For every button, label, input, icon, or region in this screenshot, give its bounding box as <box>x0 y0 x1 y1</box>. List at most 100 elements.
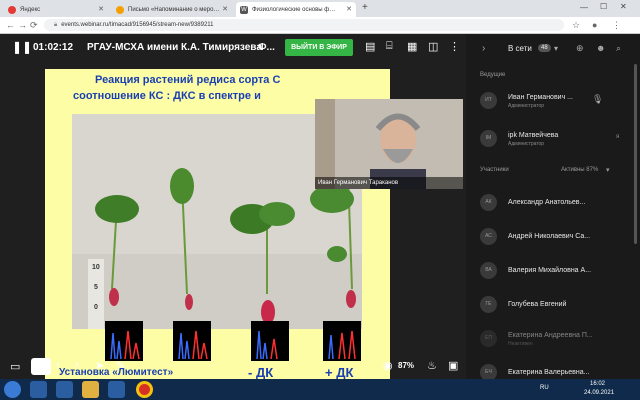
close-icon[interactable]: ✕ <box>98 5 104 13</box>
participant-name: Екатерина Валерьевна... <box>508 369 590 376</box>
close-icon[interactable]: ✕ <box>346 5 352 13</box>
host-row[interactable]: ИТ Иван Германович ... Администратор 🎙︎ <box>466 88 636 115</box>
page-title-suffix: Ф... <box>258 42 275 53</box>
webinar-icon: W <box>240 5 248 14</box>
viewer-percent: 87% <box>398 361 415 370</box>
windows-taskbar: RU 16:02 24.09.2021 <box>0 379 640 400</box>
avatar: АС <box>480 228 497 245</box>
tab-label: Физиологические основы ф… <box>252 6 336 13</box>
taskbar-app-icon[interactable] <box>30 381 47 398</box>
yandex-icon <box>8 5 16 14</box>
maximize-button[interactable]: ☐ <box>600 2 607 11</box>
mail-icon <box>116 5 124 14</box>
pointer-icon[interactable]: ➤ <box>95 359 104 372</box>
microphone-icon[interactable]: 🎙︎ <box>592 94 603 105</box>
host-row[interactable]: IM ipk Матвейчева Администратор я <box>466 126 636 153</box>
tab-label: Письмо «Напоминание о меро… <box>128 6 220 13</box>
browser-tab-mail[interactable]: Письмо «Напоминание о меро… ✕ <box>112 2 232 17</box>
presenter-image <box>315 99 463 189</box>
chrome-icon[interactable] <box>136 381 153 398</box>
presenter-label: Иван Германович Тараканов <box>315 177 463 189</box>
participant-row[interactable]: АК Александр Анатольев... <box>466 190 636 217</box>
fullscreen-icon[interactable]: ▣ <box>448 359 458 372</box>
collapse-sidebar-icon[interactable]: › <box>482 43 485 54</box>
avatar: ГЕ <box>480 296 497 313</box>
browser-tab-webinar[interactable]: W Физиологические основы ф… ✕ <box>236 2 356 17</box>
profile-icon[interactable]: ● <box>592 20 597 30</box>
bottom-toolbar: ▭ ‹ › ➤ ✎ ◉ 87% ♨ ▣ <box>0 354 466 379</box>
language-indicator[interactable]: RU <box>540 385 549 391</box>
next-slide-icon[interactable]: › <box>75 359 79 371</box>
chevron-down-icon[interactable]: ▾ <box>554 44 558 53</box>
poll-icon[interactable]: ▦ <box>407 40 417 53</box>
qa-icon[interactable]: ⌸ <box>386 40 393 53</box>
slides-toggle-button[interactable] <box>31 358 51 375</box>
layout-icon[interactable]: ◫ <box>428 40 438 53</box>
browser-tab-yandex[interactable]: Яндекс ✕ <box>4 2 108 17</box>
groups-icon[interactable]: ☻ <box>596 43 605 53</box>
self-indicator-icon: я <box>616 134 620 140</box>
hosts-header: Ведущие <box>480 72 506 78</box>
lock-icon: 🔒︎ <box>54 22 58 28</box>
prev-slide-icon[interactable]: ‹ <box>56 359 60 371</box>
participants-header: Участники <box>480 167 509 173</box>
top-bar: ❚❚ 01:02:12 РГАУ-МСХА имени К.А. Тимиряз… <box>0 34 466 61</box>
folder-icon[interactable] <box>82 381 99 398</box>
avatar: АК <box>480 194 497 211</box>
active-percent: Активны 87% <box>561 167 599 173</box>
chat-icon[interactable]: ▤ <box>365 40 375 53</box>
url-text: events.webinar.ru/timacad/9156945/stream… <box>61 22 214 28</box>
pause-icon[interactable]: ❚❚ <box>12 40 32 54</box>
participant-name: Андрей Николаевич Са... <box>508 233 591 240</box>
minimize-button[interactable]: — <box>580 3 588 12</box>
ruler-label-5: 5 <box>94 284 98 291</box>
participant-status: Неактивен <box>508 341 533 347</box>
close-window-button[interactable]: ✕ <box>620 2 627 11</box>
go-live-button[interactable]: ВЫЙТИ В ЭФИР <box>285 39 353 56</box>
eye-icon: ◉ <box>383 360 393 372</box>
clock-date: 24.09.2021 <box>584 390 615 396</box>
forward-icon[interactable]: → <box>18 20 27 30</box>
participant-name: Иван Германович ... <box>508 94 574 101</box>
chevron-down-icon[interactable]: ▾ <box>606 166 610 174</box>
start-button[interactable] <box>4 381 21 398</box>
online-count-badge: 48 <box>538 44 551 52</box>
ruler-label-10: 10 <box>92 264 100 271</box>
close-icon[interactable]: ✕ <box>222 5 228 13</box>
fire-icon[interactable]: ♨ <box>427 359 437 372</box>
reload-icon[interactable]: ⟳ <box>30 20 38 31</box>
participant-row-inactive[interactable]: ЕП Екатерина Андреевна П... Неактивен <box>466 326 636 353</box>
add-participant-icon[interactable]: ⊕ <box>576 43 584 54</box>
participant-row[interactable]: ГЕ Голубева Евгений <box>466 292 636 319</box>
presenter-video[interactable]: Иван Германович Тараканов <box>315 99 463 189</box>
participant-row[interactable]: ВА Валерия Михайловна А... <box>466 258 636 285</box>
avatar: ЕП <box>480 330 497 347</box>
timer: 01:02:12 <box>33 42 74 53</box>
menu-icon[interactable]: ⋮ <box>612 20 621 31</box>
word-icon[interactable] <box>108 381 125 398</box>
participant-role: Администратор <box>508 103 545 109</box>
back-icon[interactable]: ← <box>6 20 15 30</box>
browser-tab-strip: Яндекс ✕ Письмо «Напоминание о меро… ✕ W… <box>0 0 640 17</box>
slide-heading-line2: соотношение КС : ДКС в спектре и <box>73 90 261 102</box>
taskbar-app-icon[interactable] <box>56 381 73 398</box>
avatar: IM <box>480 130 497 147</box>
new-tab-button[interactable]: + <box>362 2 368 13</box>
star-icon[interactable]: ☆ <box>572 20 580 31</box>
more-icon[interactable]: ⋮ <box>449 40 460 53</box>
avatar: ИТ <box>480 92 497 109</box>
participants-sidebar: › В сети 48 ▾ ⊕ ☻ ⌕ Ведущие ИТ Иван Герм… <box>466 34 640 381</box>
clock-time: 16:02 <box>590 381 606 387</box>
participant-row[interactable]: АС Андрей Николаевич Са... <box>466 224 636 251</box>
participant-name: Валерия Михайловна А... <box>508 267 592 274</box>
page-title: РГАУ-МСХА имени К.А. Тимирязева <box>87 42 262 53</box>
slide-heading-line1: Реакция растений редиса сорта С <box>95 74 281 86</box>
url-field[interactable]: 🔒︎ events.webinar.ru/timacad/9156945/stre… <box>44 19 564 31</box>
draw-icon[interactable]: ✎ <box>116 359 125 372</box>
sidebar-scrollbar[interactable] <box>634 64 637 244</box>
online-label: В сети <box>508 44 532 53</box>
search-icon[interactable]: ⌕ <box>616 43 621 54</box>
participant-name: Екатерина Андреевна П... <box>508 332 593 339</box>
address-bar: ← → ⟳ 🔒︎ events.webinar.ru/timacad/915694… <box>0 17 640 34</box>
chat-toggle-icon[interactable]: ▭ <box>10 360 20 373</box>
